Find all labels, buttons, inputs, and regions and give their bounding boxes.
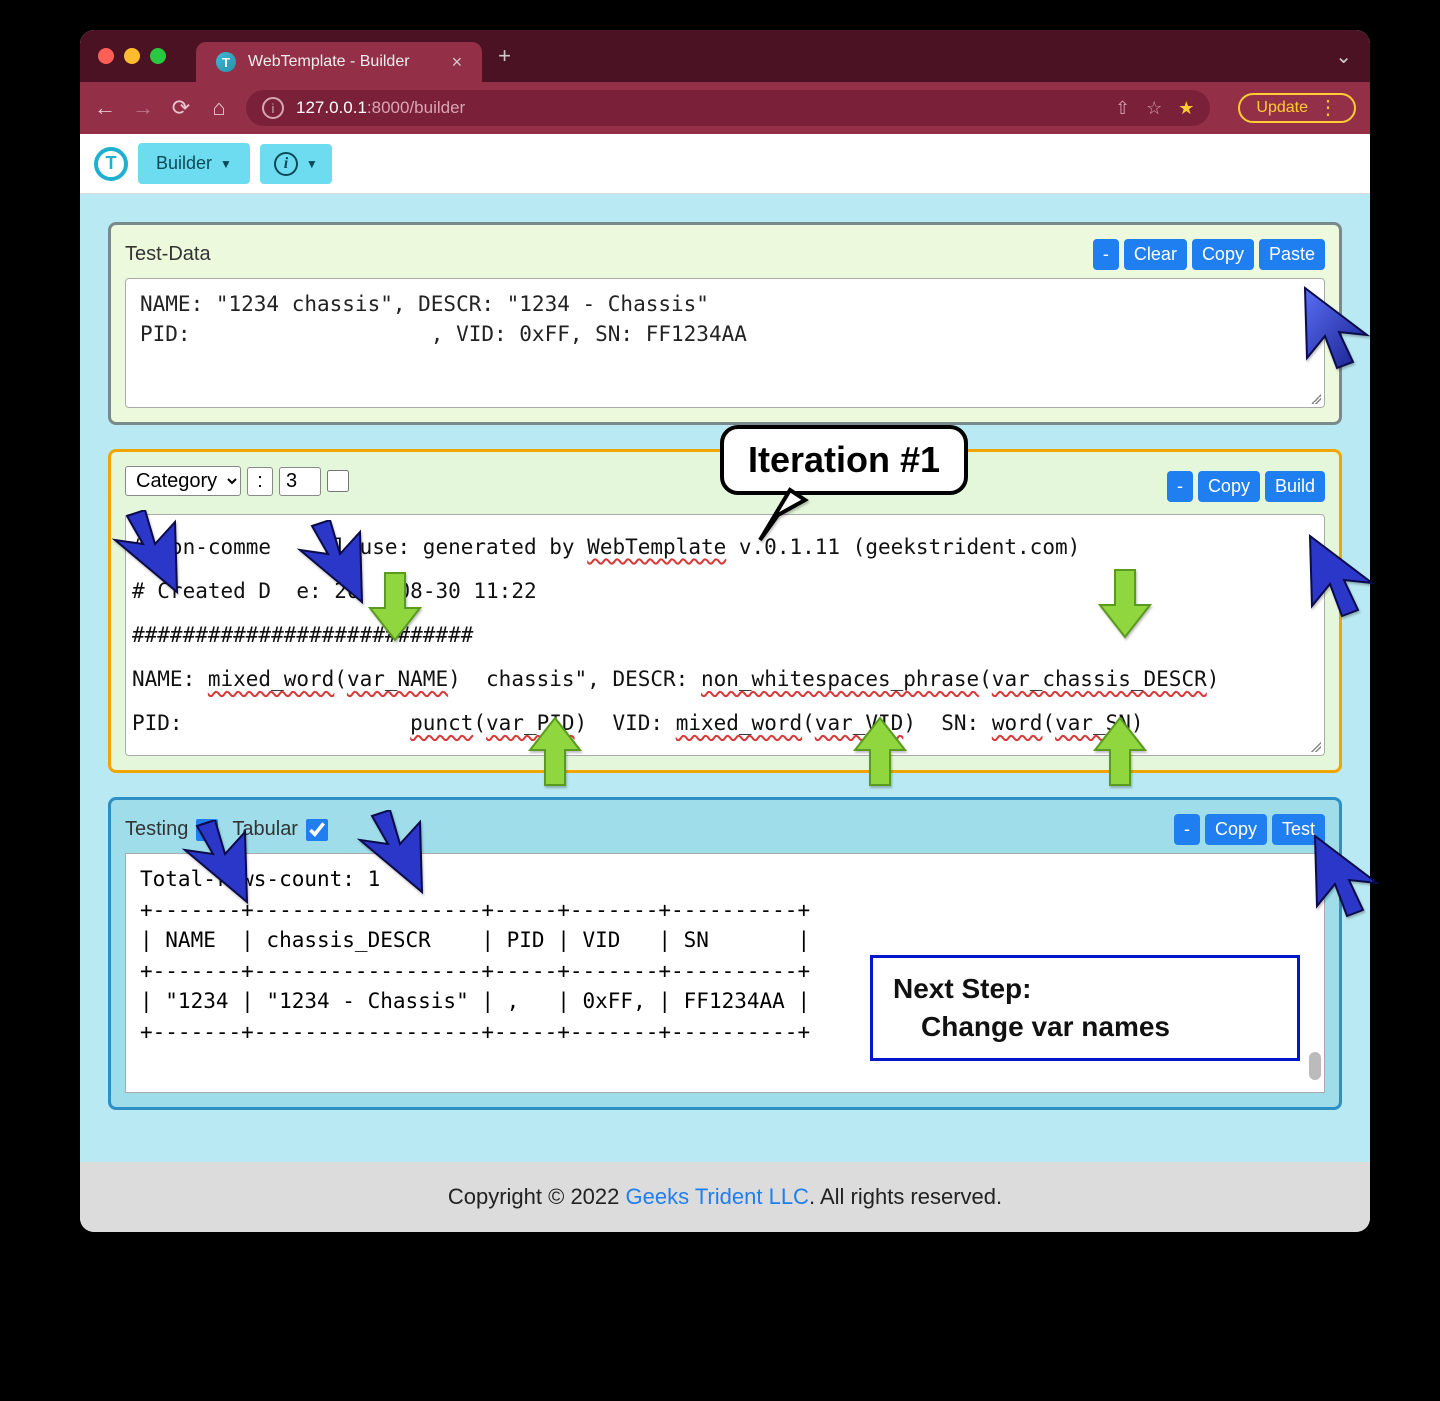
tab-overflow-icon[interactable]: ⌄	[1335, 44, 1352, 69]
category-select[interactable]: Category	[125, 466, 241, 496]
template-checkbox[interactable]	[327, 470, 349, 492]
app-logo-icon: T	[94, 147, 128, 181]
footer-prefix: Copyright © 2022	[448, 1184, 626, 1209]
footer: Copyright © 2022 Geeks Trident LLC. All …	[80, 1162, 1370, 1232]
tab-close-icon[interactable]: ×	[452, 52, 463, 73]
test-data-panel: Test-Data - Clear Copy Paste NAME: "1234…	[108, 222, 1342, 425]
url-text: 127.0.0.1:8000/builder	[296, 98, 465, 118]
url-host: 127.0.0.1	[296, 98, 367, 117]
builder-dropdown[interactable]: Builder ▼	[138, 143, 250, 184]
footer-link[interactable]: Geeks Trident LLC	[626, 1184, 809, 1209]
info-icon: i	[274, 152, 298, 176]
minimize-window-button[interactable]	[124, 48, 140, 64]
callout-tail	[750, 485, 830, 545]
minus-button[interactable]: -	[1093, 239, 1119, 270]
green-arrow-up	[850, 715, 910, 790]
test-data-textarea[interactable]: NAME: "1234 chassis", DESCR: "1234 - Cha…	[125, 278, 1325, 408]
star-filled-icon[interactable]: ★	[1178, 98, 1194, 119]
star-outline-icon[interactable]: ☆	[1146, 98, 1162, 119]
update-label: Update	[1256, 99, 1308, 117]
tabular-checkbox[interactable]	[306, 819, 328, 841]
caret-down-icon: ▼	[220, 157, 232, 171]
traffic-lights	[98, 48, 166, 64]
green-arrow-up	[1090, 715, 1150, 790]
cursor-arrow	[290, 520, 375, 610]
home-icon[interactable]: ⌂	[208, 95, 230, 121]
share-icon[interactable]: ⇧	[1115, 98, 1130, 119]
window-titlebar: T WebTemplate - Builder × + ⌄	[80, 30, 1370, 82]
back-icon[interactable]: ←	[94, 95, 116, 121]
new-tab-button[interactable]: +	[498, 43, 511, 69]
app-toolbar: T Builder ▼ i ▼	[80, 134, 1370, 194]
cursor-arrow	[1305, 828, 1390, 918]
address-bar[interactable]: i 127.0.0.1:8000/builder ⇧ ☆ ★	[246, 90, 1210, 126]
builder-label: Builder	[156, 153, 212, 174]
tab-title: WebTemplate - Builder	[248, 53, 410, 71]
browser-tab[interactable]: T WebTemplate - Builder ×	[196, 42, 482, 82]
browser-toolbar: ← → ⟳ ⌂ i 127.0.0.1:8000/builder ⇧ ☆ ★ U…	[80, 82, 1370, 134]
maximize-window-button[interactable]	[150, 48, 166, 64]
colon-field[interactable]	[247, 467, 273, 496]
close-window-button[interactable]	[98, 48, 114, 64]
url-path: /builder	[409, 98, 465, 117]
minus-button[interactable]: -	[1167, 471, 1193, 502]
copy-button[interactable]: Copy	[1192, 239, 1254, 270]
next-step-line1: Next Step:	[893, 970, 1277, 1008]
caret-down-icon: ▼	[306, 157, 318, 171]
testing-panel: Testing Tabular - Copy Test Total-rows-c…	[108, 797, 1342, 1110]
cursor-arrow	[350, 810, 435, 900]
paste-button[interactable]: Paste	[1259, 239, 1325, 270]
clear-button[interactable]: Clear	[1124, 239, 1187, 270]
copy-button[interactable]: Copy	[1205, 814, 1267, 845]
green-arrow-down	[365, 568, 425, 643]
minus-button[interactable]: -	[1174, 814, 1200, 845]
template-panel: Category - Copy Build # Non-comme l use:…	[108, 449, 1342, 773]
scrollbar-thumb[interactable]	[1309, 1052, 1321, 1080]
copy-button[interactable]: Copy	[1198, 471, 1260, 502]
number-input[interactable]	[279, 467, 321, 496]
info-dropdown[interactable]: i ▼	[260, 144, 332, 184]
test-data-title: Test-Data	[125, 243, 211, 266]
cursor-arrow	[105, 510, 190, 600]
build-button[interactable]: Build	[1265, 471, 1325, 502]
update-button[interactable]: Update ⋮	[1238, 93, 1356, 123]
cursor-arrow	[1295, 280, 1380, 370]
forward-icon[interactable]: →	[132, 95, 154, 121]
green-arrow-up	[525, 715, 585, 790]
next-step-box: Next Step: Change var names	[870, 955, 1300, 1061]
cursor-arrow	[175, 820, 260, 910]
url-port: :8000	[367, 98, 410, 117]
tab-favicon: T	[216, 52, 236, 72]
next-step-line2: Change var names	[893, 1008, 1277, 1046]
reload-icon[interactable]: ⟳	[170, 95, 192, 121]
site-info-icon[interactable]: i	[262, 97, 284, 119]
cursor-arrow	[1300, 528, 1385, 618]
footer-suffix: . All rights reserved.	[809, 1184, 1002, 1209]
green-arrow-down	[1095, 565, 1155, 640]
